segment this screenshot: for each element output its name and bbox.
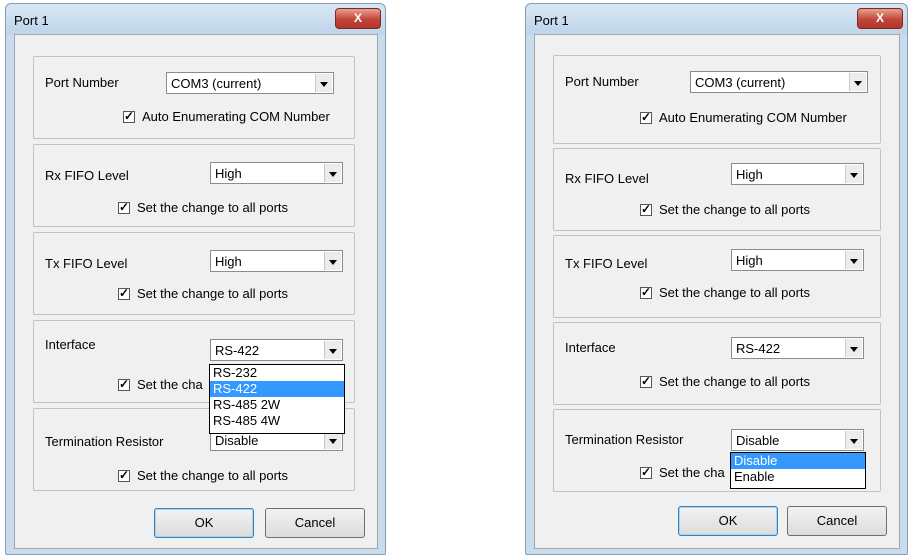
interface-option-rs485-2w[interactable]: RS-485 2W xyxy=(210,397,344,413)
tx-fifo-group: Tx FIFO Level High Set the change to all… xyxy=(33,232,355,315)
port-number-label: Port Number xyxy=(45,75,119,90)
chevron-down-icon[interactable] xyxy=(849,73,866,91)
port-number-value: COM3 (current) xyxy=(695,75,786,90)
termination-value: Disable xyxy=(736,433,780,448)
chevron-down-icon[interactable] xyxy=(845,431,862,449)
auto-enumerating-label: Auto Enumerating COM Number xyxy=(659,110,847,125)
termination-apply-all-checkbox[interactable] xyxy=(640,465,652,479)
rx-fifo-group: Rx FIFO Level High Set the change to all… xyxy=(553,148,881,231)
close-icon: X xyxy=(875,11,884,25)
termination-label: Termination Resistor xyxy=(565,432,684,447)
chevron-down-icon[interactable] xyxy=(324,341,341,359)
port-number-value: COM3 (current) xyxy=(171,76,262,91)
tx-apply-all-checkbox[interactable] xyxy=(640,285,652,299)
chevron-down-icon[interactable] xyxy=(845,251,862,269)
interface-apply-all-checkbox[interactable] xyxy=(118,377,130,391)
tx-fifo-label: Tx FIFO Level xyxy=(565,256,648,271)
dialog-body: Port Number COM3 (current) Auto Enumerat… xyxy=(534,34,900,549)
interface-option-rs485-4w[interactable]: RS-485 4W xyxy=(210,413,344,429)
interface-select[interactable]: RS-422 xyxy=(731,337,864,359)
tx-apply-all-label: Set the change to all ports xyxy=(659,285,811,300)
chevron-down-icon[interactable] xyxy=(315,74,332,92)
interface-select[interactable]: RS-422 xyxy=(210,339,343,361)
chevron-down-icon[interactable] xyxy=(845,165,862,183)
rx-fifo-value: High xyxy=(736,167,763,182)
dialog-title: Port 1 xyxy=(14,13,49,28)
rx-fifo-select[interactable]: High xyxy=(210,162,343,184)
termination-apply-all-label: Set the change to all ports xyxy=(137,468,289,483)
port-number-label: Port Number xyxy=(565,74,639,89)
tx-fifo-value: High xyxy=(736,253,763,268)
interface-value: RS-422 xyxy=(215,343,260,358)
tx-fifo-select[interactable]: High xyxy=(731,249,864,271)
interface-label: Interface xyxy=(565,340,616,355)
dialog-body: Port Number COM3 (current) Auto Enumerat… xyxy=(14,34,378,549)
title-bar[interactable]: Port 1 X xyxy=(526,4,907,34)
close-icon: X xyxy=(353,11,362,25)
tx-apply-all-checkbox[interactable] xyxy=(118,286,130,300)
interface-label: Interface xyxy=(45,337,96,352)
cancel-button[interactable]: Cancel xyxy=(265,508,365,538)
termination-dropdown-list: Disable Enable xyxy=(730,452,866,489)
interface-option-rs422[interactable]: RS-422 xyxy=(210,381,344,397)
chevron-down-icon[interactable] xyxy=(324,164,341,182)
rx-apply-all-checkbox[interactable] xyxy=(118,200,130,214)
close-button[interactable]: X xyxy=(335,8,381,29)
auto-enumerating-checkbox[interactable] xyxy=(123,109,135,123)
termination-apply-all-label: Set the cha xyxy=(659,465,725,480)
port-number-select[interactable]: COM3 (current) xyxy=(690,71,868,93)
rx-fifo-value: High xyxy=(215,166,242,181)
termination-option-enable[interactable]: Enable xyxy=(731,469,865,485)
interface-option-rs232[interactable]: RS-232 xyxy=(210,365,344,381)
close-button[interactable]: X xyxy=(857,8,903,29)
tx-fifo-value: High xyxy=(215,254,242,269)
rx-fifo-select[interactable]: High xyxy=(731,163,864,185)
title-bar[interactable]: Port 1 X xyxy=(6,4,385,34)
rx-fifo-label: Rx FIFO Level xyxy=(565,171,649,186)
termination-label: Termination Resistor xyxy=(45,434,164,449)
rx-apply-all-label: Set the change to all ports xyxy=(137,200,289,215)
ok-button[interactable]: OK xyxy=(154,508,254,538)
auto-enumerating-checkbox[interactable] xyxy=(640,110,652,124)
termination-value: Disable xyxy=(215,433,259,448)
rx-apply-all-label: Set the change to all ports xyxy=(659,202,811,217)
ok-button[interactable]: OK xyxy=(678,506,778,536)
tx-apply-all-label: Set the change to all ports xyxy=(137,286,289,301)
termination-select[interactable]: Disable xyxy=(731,429,864,451)
interface-group: Interface RS-422 Set the change to all p… xyxy=(553,322,881,405)
interface-apply-all-label: Set the cha xyxy=(137,377,203,392)
tx-fifo-label: Tx FIFO Level xyxy=(45,256,128,271)
port-settings-dialog-right: Port 1 X Port Number COM3 (current) Auto… xyxy=(525,3,908,555)
port-number-group: Port Number COM3 (current) Auto Enumerat… xyxy=(33,56,355,139)
port-number-group: Port Number COM3 (current) Auto Enumerat… xyxy=(553,55,881,144)
interface-dropdown-list: RS-232 RS-422 RS-485 2W RS-485 4W xyxy=(209,364,345,434)
auto-enumerating-label: Auto Enumerating COM Number xyxy=(142,109,330,124)
chevron-down-icon[interactable] xyxy=(324,252,341,270)
interface-apply-all-checkbox[interactable] xyxy=(640,374,652,388)
interface-apply-all-label: Set the change to all ports xyxy=(659,374,811,389)
termination-option-disable[interactable]: Disable xyxy=(731,453,865,469)
chevron-down-icon[interactable] xyxy=(845,339,862,357)
rx-fifo-label: Rx FIFO Level xyxy=(45,168,129,183)
dialog-title: Port 1 xyxy=(534,13,569,28)
termination-apply-all-checkbox[interactable] xyxy=(118,468,130,482)
port-number-select[interactable]: COM3 (current) xyxy=(166,72,334,94)
interface-value: RS-422 xyxy=(736,341,781,356)
rx-fifo-group: Rx FIFO Level High Set the change to all… xyxy=(33,144,355,227)
rx-apply-all-checkbox[interactable] xyxy=(640,202,652,216)
port-settings-dialog-left: Port 1 X Port Number COM3 (current) Auto… xyxy=(5,3,386,555)
cancel-button[interactable]: Cancel xyxy=(787,506,887,536)
tx-fifo-group: Tx FIFO Level High Set the change to all… xyxy=(553,235,881,318)
tx-fifo-select[interactable]: High xyxy=(210,250,343,272)
